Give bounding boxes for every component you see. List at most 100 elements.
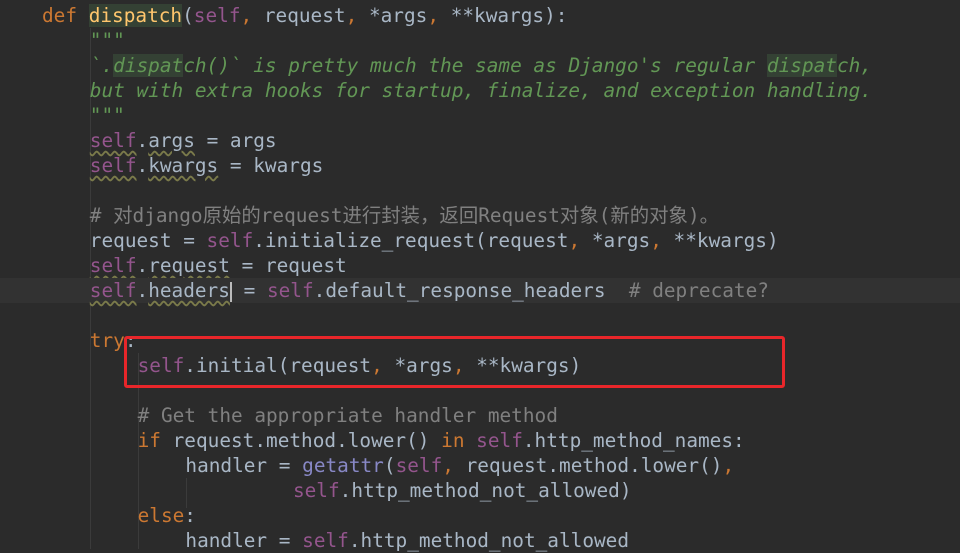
code-token: , (345, 4, 369, 27)
code-token: ( (182, 4, 194, 27)
code-token: `. (89, 54, 114, 77)
code-line[interactable]: # 对django原始的request进行封装，返回Request对象(新的对象… (0, 203, 960, 228)
code-token: = kwargs (218, 154, 324, 177)
code-line[interactable]: def dispatch(self, request, *args, **kwa… (0, 3, 960, 28)
code-token: . (136, 279, 149, 302)
code-line[interactable]: self.request = request (0, 253, 960, 278)
code-token: """ (89, 104, 125, 127)
code-token: handler = (185, 454, 303, 477)
code-text: `.dispatch()` is pretty much the same as… (90, 53, 872, 78)
code-token: , (240, 4, 264, 27)
code-line[interactable]: handler = self.http_method_not_allowed (0, 528, 960, 553)
code-text: """ (90, 103, 125, 128)
code-line[interactable]: else: (0, 503, 960, 528)
code-line[interactable]: request = self.initialize_request(reques… (0, 228, 960, 253)
code-editor[interactable]: def dispatch(self, request, *args, **kwa… (0, 0, 960, 552)
code-token: , (722, 454, 735, 477)
code-token: else (137, 504, 185, 527)
code-token: : (184, 504, 196, 527)
code-token: in (441, 429, 477, 452)
code-text: # 对django原始的request进行封装，返回Request对象(新的对象… (90, 203, 719, 228)
code-text: def dispatch(self, request, *args, **kwa… (42, 3, 567, 28)
code-token: self (206, 229, 254, 252)
code-token: headers (148, 279, 230, 302)
code-line[interactable]: """ (0, 103, 960, 128)
code-token: getattr (302, 454, 384, 477)
code-token: self (292, 479, 340, 502)
code-token: # Get the appropriate handler method (137, 404, 558, 427)
code-text: handler = self.http_method_not_allowed (185, 528, 629, 553)
code-token: = request (229, 254, 347, 277)
code-text: request = self.initialize_request(reques… (90, 228, 779, 253)
code-line[interactable]: handler = getattr(self, request.method.l… (0, 453, 960, 478)
code-token: def (42, 4, 89, 27)
code-text: else: (138, 503, 196, 528)
code-token: self (193, 4, 241, 27)
code-token: = (231, 279, 267, 302)
code-token: but with extra hooks for startup, finali… (89, 79, 872, 102)
code-line[interactable] (0, 178, 960, 203)
code-token: """ (89, 29, 125, 52)
code-token: *args (591, 229, 651, 252)
code-token: ( (383, 454, 396, 477)
code-token: *args (368, 4, 428, 27)
code-token: ch()` is pretty much the same as Django'… (183, 54, 767, 77)
code-line[interactable]: `.dispatch()` is pretty much the same as… (0, 53, 960, 78)
code-token: , (650, 229, 674, 252)
code-token: **kwargs) (673, 229, 779, 252)
code-token: self (89, 129, 137, 152)
code-token: ): (544, 4, 568, 27)
code-token: ch, (836, 54, 872, 77)
code-line[interactable]: if request.method.lower() in self.http_m… (0, 428, 960, 453)
code-line[interactable]: self.args = args (0, 128, 960, 153)
code-token: **kwargs (450, 4, 545, 27)
code-token: request.method.lower() (465, 454, 723, 477)
code-line[interactable]: """ (0, 28, 960, 53)
code-token: kwargs (148, 154, 219, 177)
code-token: # 对django原始的request进行封装，返回Request对象(新的对象… (89, 204, 720, 227)
code-token: args (148, 129, 195, 152)
code-line[interactable]: but with extra hooks for startup, finali… (0, 78, 960, 103)
code-token: .default_response_headers (313, 279, 629, 302)
code-token: self (89, 279, 137, 302)
code-token: self (266, 279, 314, 302)
code-text: # Get the appropriate handler method (138, 403, 558, 428)
code-text: but with extra hooks for startup, finali… (90, 78, 872, 103)
code-token: , (568, 229, 592, 252)
code-token: request = (89, 229, 207, 252)
code-token: .initialize_request(request (253, 229, 569, 252)
code-token: request (263, 4, 346, 27)
code-text: """ (90, 28, 125, 53)
code-line[interactable]: self.headers = self.default_response_hea… (0, 278, 960, 303)
code-token: request.method.lower() (172, 429, 442, 452)
code-token: .http_method_not_allowed) (339, 479, 632, 502)
code-token: . (136, 154, 149, 177)
code-token: . (136, 254, 149, 277)
code-token: self (395, 454, 443, 477)
code-token: if (137, 429, 173, 452)
code-token: . (136, 129, 149, 152)
code-token: = args (194, 129, 277, 152)
code-token: self (476, 429, 523, 452)
code-token: # deprecate? (628, 279, 769, 302)
code-token: dispatch (88, 4, 183, 27)
annotation-highlight-box (124, 336, 785, 388)
code-token: self (89, 154, 137, 177)
code-token: .http_method_names: (522, 429, 745, 452)
code-token: , (442, 454, 466, 477)
code-text: if request.method.lower() in self.http_m… (138, 428, 745, 453)
code-line[interactable]: self.kwargs = kwargs (0, 153, 960, 178)
code-text: self.kwargs = kwargs (90, 153, 324, 178)
code-line[interactable]: self.http_method_not_allowed) (0, 478, 960, 503)
code-line[interactable]: # Get the appropriate handler method (0, 403, 960, 428)
code-text: self.request = request (90, 253, 347, 278)
code-token: self (89, 254, 137, 277)
code-text: self.headers = self.default_response_hea… (90, 278, 769, 303)
code-token: try (89, 329, 125, 352)
code-line[interactable] (0, 303, 960, 328)
code-text: self.args = args (90, 128, 277, 153)
code-text: handler = getattr(self, request.method.l… (185, 453, 734, 478)
code-text: self.http_method_not_allowed) (293, 478, 632, 503)
code-token: dispat (766, 54, 837, 77)
code-token: dispat (113, 54, 184, 77)
